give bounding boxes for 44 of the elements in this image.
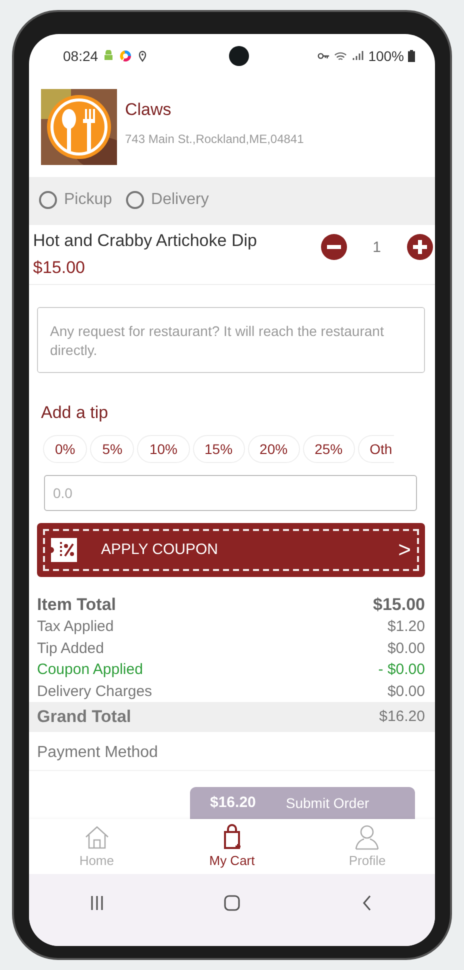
tip-option[interactable]: 10% (137, 435, 190, 463)
apply-coupon-button[interactable]: APPLY COUPON > (37, 523, 425, 577)
total-value: $15.00 (373, 594, 425, 616)
tip-option[interactable]: 5% (90, 435, 134, 463)
home-button-icon[interactable] (222, 892, 242, 913)
total-value: - $0.00 (378, 660, 425, 680)
nav-tab[interactable]: My Cart (182, 822, 282, 868)
restaurant-address: 743 Main St.,Rockland,ME,04841 (125, 132, 304, 146)
tip-option[interactable]: 25% (302, 435, 355, 463)
camera-hole (229, 46, 249, 66)
total-value: $1.20 (387, 617, 425, 637)
person-icon (353, 822, 382, 850)
tip-title: Add a tip (41, 403, 110, 423)
tip-option[interactable]: Oth (358, 435, 394, 463)
tip-option[interactable]: 20% (248, 435, 300, 463)
tip-option[interactable]: 15% (192, 435, 245, 463)
total-label: Tax Applied (37, 617, 114, 637)
item-name: Hot and Crabby Artichoke Dip (33, 231, 257, 251)
tip-amount-field[interactable]: 0.0 (44, 475, 417, 511)
request-field[interactable]: Any request for restaurant? It will reach the restaurant directly. (37, 307, 425, 373)
android-icon (102, 50, 116, 62)
quantity-value: 1 (372, 238, 381, 256)
status-time: 08:24 (63, 48, 98, 64)
tip-option[interactable]: 0% (43, 435, 88, 463)
coupon-icon (51, 538, 77, 562)
total-label: Tip Added (37, 638, 104, 658)
total-value: $0.00 (387, 638, 425, 658)
total-label: Delivery Charges (37, 682, 152, 702)
total-label: Item Total (37, 594, 116, 616)
battery-icon (408, 50, 415, 62)
minus-button[interactable] (320, 234, 347, 260)
colorful-ring-icon (119, 50, 132, 62)
total-label: Grand Total (37, 706, 132, 728)
wifi-icon (334, 50, 348, 62)
signal-icon (351, 50, 364, 62)
total-value: $0.00 (387, 682, 425, 702)
item-price: $15.00 (33, 258, 86, 278)
battery-percentage: 100% (368, 48, 404, 64)
key-icon (317, 50, 330, 62)
restaurant-name: Claws (125, 100, 172, 120)
total-value: $16.20 (379, 707, 425, 727)
total-label: Coupon Applied (37, 660, 143, 680)
plus-button[interactable] (407, 234, 433, 260)
payment-method-label: Payment Method (29, 732, 435, 770)
